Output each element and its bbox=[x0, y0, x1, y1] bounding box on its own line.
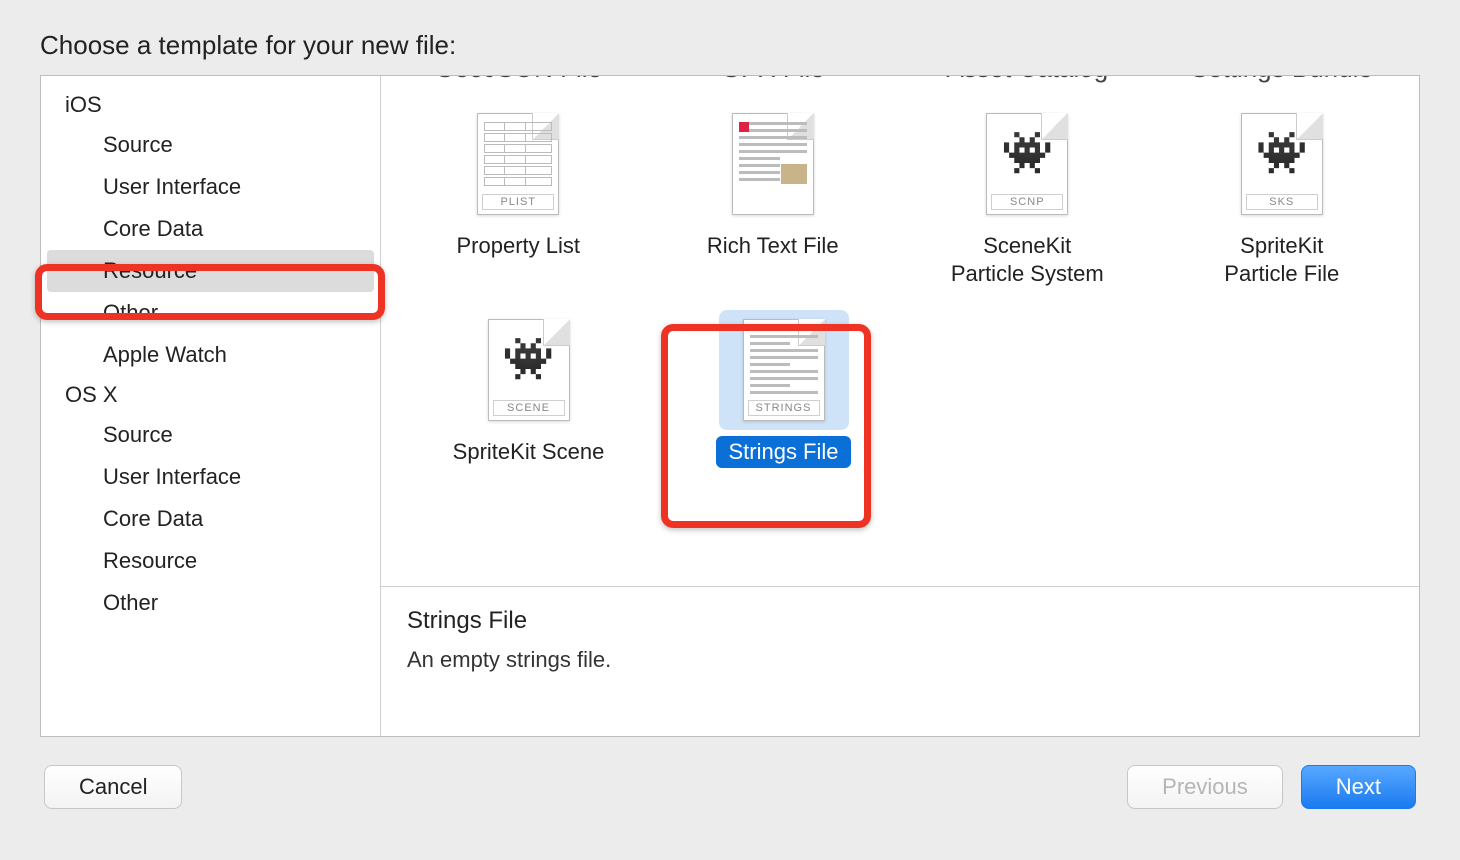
template-item-scenekit-particle-system[interactable]: 👾SCNPSceneKit Particle System bbox=[910, 104, 1145, 290]
sidebar-item-other[interactable]: Other bbox=[47, 292, 374, 334]
dialog-title: Choose a template for your new file: bbox=[40, 30, 1420, 61]
template-icon: 👾SCENE bbox=[464, 310, 594, 430]
template-panel: iOSSourceUser InterfaceCore DataResource… bbox=[40, 75, 1420, 737]
template-item-property-list[interactable]: PLIST Property List bbox=[401, 104, 636, 262]
template-label: Rich Text File bbox=[695, 230, 851, 262]
file-badge: SKS bbox=[1246, 194, 1318, 210]
sidebar-item-source[interactable]: Source bbox=[47, 124, 374, 166]
template-label: Strings File bbox=[716, 436, 850, 468]
sidebar: iOSSourceUser InterfaceCore DataResource… bbox=[41, 76, 381, 736]
template-content: GeoJSON File GPX File Asset Catalog Setting… bbox=[381, 76, 1419, 736]
template-row: 👾SCENE SpriteKit Scene STRINGS Strings File bbox=[391, 310, 1409, 468]
template-item-spritekit-scene[interactable]: 👾SCENE SpriteKit Scene bbox=[411, 310, 646, 468]
template-icon: STRINGS bbox=[719, 310, 849, 430]
sidebar-item-apple-watch[interactable]: Apple Watch bbox=[47, 334, 374, 376]
sidebar-group-osx: OS X bbox=[47, 376, 374, 414]
sidebar-item-user-interface[interactable]: User Interface bbox=[47, 456, 374, 498]
details-description: An empty strings file. bbox=[407, 647, 1393, 673]
template-item[interactable]: GPX File bbox=[655, 76, 890, 84]
template-item-strings-file[interactable]: STRINGS Strings File bbox=[666, 310, 901, 468]
new-file-dialog: Choose a template for your new file: iOS… bbox=[40, 20, 1420, 810]
template-icon: PLIST bbox=[453, 104, 583, 224]
template-label: SceneKit Particle System bbox=[939, 230, 1116, 290]
sidebar-item-source[interactable]: Source bbox=[47, 414, 374, 456]
template-label: Settings Bundle bbox=[1179, 76, 1385, 84]
template-item[interactable]: GeoJSON File bbox=[401, 76, 636, 84]
sidebar-item-core-data[interactable]: Core Data bbox=[47, 498, 374, 540]
file-badge: STRINGS bbox=[748, 400, 820, 416]
template-label: SpriteKit Scene bbox=[441, 436, 617, 468]
details-name: Strings File bbox=[407, 607, 1393, 635]
template-item[interactable]: Asset Catalog bbox=[910, 76, 1145, 84]
template-icon-area: GeoJSON File GPX File Asset Catalog Setting… bbox=[381, 76, 1419, 586]
template-row: PLIST Property List Rich Text File 👾SCNPSce… bbox=[391, 104, 1409, 290]
template-icon: 👾SKS bbox=[1217, 104, 1347, 224]
template-icon: 👾SCNP bbox=[962, 104, 1092, 224]
file-badge: PLIST bbox=[482, 194, 554, 210]
sidebar-item-user-interface[interactable]: User Interface bbox=[47, 166, 374, 208]
file-badge: SCNP bbox=[991, 194, 1063, 210]
sidebar-item-core-data[interactable]: Core Data bbox=[47, 208, 374, 250]
template-label: GPX File bbox=[709, 76, 837, 84]
file-badge: SCENE bbox=[493, 400, 565, 416]
cancel-button[interactable]: Cancel bbox=[44, 765, 182, 809]
sidebar-group-ios: iOS bbox=[47, 86, 374, 124]
template-label: Property List bbox=[445, 230, 593, 262]
template-item-spritekit-particle-file[interactable]: 👾SKSSpriteKit Particle File bbox=[1164, 104, 1399, 290]
sidebar-item-resource[interactable]: Resource bbox=[47, 250, 374, 292]
previous-button[interactable]: Previous bbox=[1127, 765, 1283, 809]
next-button[interactable]: Next bbox=[1301, 765, 1416, 809]
template-icon bbox=[708, 104, 838, 224]
template-details: Strings File An empty strings file. bbox=[381, 586, 1419, 736]
template-label: GeoJSON File bbox=[422, 76, 614, 84]
sidebar-item-other[interactable]: Other bbox=[47, 582, 374, 624]
template-label: Asset Catalog bbox=[934, 76, 1120, 84]
sidebar-item-resource[interactable]: Resource bbox=[47, 540, 374, 582]
dialog-footer: Cancel Previous Next bbox=[40, 765, 1420, 809]
template-item[interactable]: Settings Bundle bbox=[1164, 76, 1399, 84]
template-row-cutoff: GeoJSON File GPX File Asset Catalog Setting… bbox=[391, 76, 1409, 84]
template-label: SpriteKit Particle File bbox=[1212, 230, 1351, 290]
template-item-rich-text-file[interactable]: Rich Text File bbox=[655, 104, 890, 262]
